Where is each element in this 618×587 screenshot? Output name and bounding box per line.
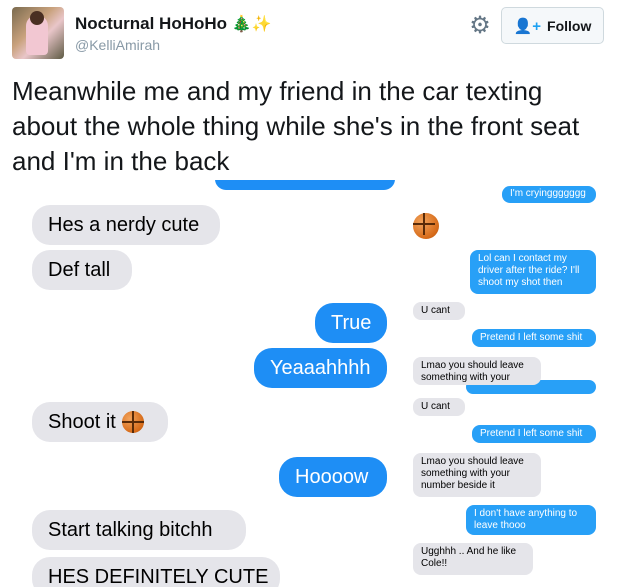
- user-handle[interactable]: @KelliAmirah: [75, 37, 160, 53]
- message-received: Start talking bitchh: [32, 510, 246, 550]
- name-emojis: 🎄✨: [231, 16, 272, 33]
- gear-icon[interactable]: ⚙: [466, 12, 494, 40]
- message-sent: True: [315, 303, 387, 343]
- avatar[interactable]: [12, 7, 64, 59]
- message-received: Shoot it: [32, 402, 168, 442]
- display-name[interactable]: Nocturnal HoHoHo 🎄✨: [75, 14, 272, 34]
- message-sent: I don't have anything to leave thooo: [466, 505, 596, 535]
- follow-label: Follow: [547, 17, 592, 34]
- message-received: Hes a nerdy cute: [32, 205, 220, 245]
- message-sent: Lol can I contact my driver after the ri…: [470, 250, 596, 294]
- tweet-text: Meanwhile me and my friend in the car te…: [12, 76, 580, 176]
- message-sent: Yeaaahhhh: [254, 348, 387, 388]
- message-sent: Hoooow: [279, 457, 387, 497]
- message-received: Ugghhh .. And he like Cole!!: [413, 543, 533, 575]
- basketball-icon: [121, 411, 144, 433]
- message-sent: I'm cryinggggggg: [502, 186, 596, 203]
- message-received: U cant: [413, 302, 465, 320]
- message-sent: Pretend I left some shit: [472, 425, 596, 443]
- message-received: Def tall: [32, 250, 132, 290]
- basketball-icon: [413, 213, 439, 244]
- cut-off-sent-bubble: [215, 180, 395, 190]
- message-sent: Pretend I left some shit: [472, 329, 596, 347]
- message-received: HES DEFINITELY CUTE: [32, 557, 280, 587]
- message-received: Lmao you should leave something with you…: [413, 357, 541, 385]
- add-person-icon: 👤+: [513, 17, 542, 35]
- tweet-image[interactable]: Hes a nerdy cute Def tall True Yeaaahhhh…: [0, 180, 618, 587]
- follow-button[interactable]: 👤+ Follow: [501, 7, 604, 44]
- message-received: Lmao you should leave something with you…: [413, 453, 541, 497]
- message-received: U cant: [413, 398, 465, 416]
